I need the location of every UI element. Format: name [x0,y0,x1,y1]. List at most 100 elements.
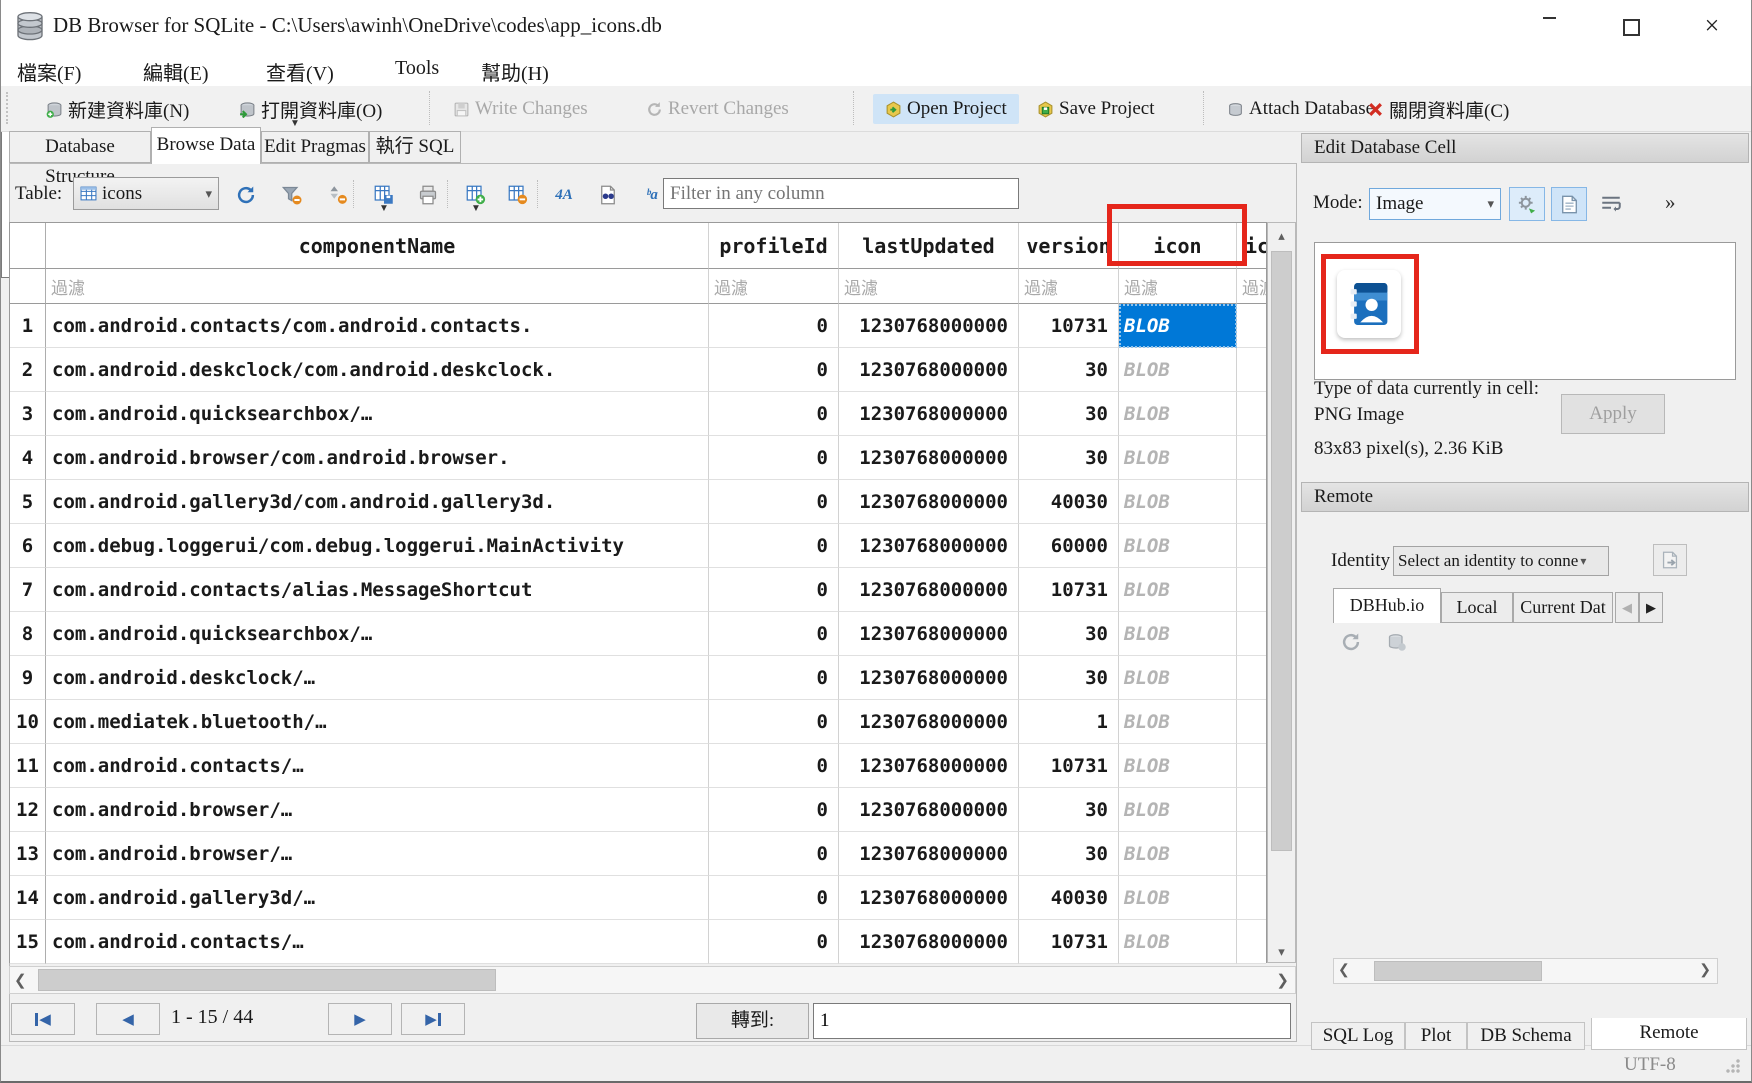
bottom-tab-db-schema[interactable]: DB Schema [1467,1022,1585,1050]
cell-version[interactable]: 10731 [1019,744,1119,788]
cell-profileId[interactable]: 0 [709,568,839,612]
filter-cell[interactable]: 過濾 [46,269,709,304]
cell-profileId[interactable]: 0 [709,656,839,700]
tab-database-structure[interactable]: Database Structure [9,131,151,163]
cell-version[interactable]: 1 [1019,700,1119,744]
cell-version[interactable]: 30 [1019,612,1119,656]
cell-icon-blob[interactable]: BLOB [1119,392,1237,436]
cell-icon-blob[interactable]: BLOB [1119,744,1237,788]
horizontal-scroll-thumb[interactable] [38,969,496,991]
cell-version[interactable]: 30 [1019,436,1119,480]
identity-dropdown[interactable]: Select an identity to conne ▾ [1393,546,1609,576]
delete-record-icon[interactable] [503,182,533,208]
cell-overflow[interactable] [1237,392,1266,436]
tab-browse-data[interactable]: Browse Data [151,127,261,164]
encoding-status[interactable]: UTF-8 [1624,1054,1676,1076]
next-record-button[interactable]: ▶ [328,1003,392,1035]
cell-lastUpdated[interactable]: 1230768000000 [839,524,1019,568]
cell-profileId[interactable]: 0 [709,832,839,876]
cell-lastUpdated[interactable]: 1230768000000 [839,568,1019,612]
cell-componentName[interactable]: com.android.browser/… [46,832,709,876]
clear-sort-icon[interactable] [323,182,353,208]
cell-overflow[interactable] [1237,788,1266,832]
cell-icon-blob[interactable]: BLOB [1119,920,1237,964]
cell-profileId[interactable]: 0 [709,612,839,656]
attach-database-button[interactable]: Attach Database [1227,94,1374,124]
cell-icon-blob[interactable]: BLOB [1119,348,1237,392]
cell-componentName[interactable]: com.android.browser/com.android.browser. [46,436,709,480]
cell-overflow[interactable] [1237,436,1266,480]
goto-record-input[interactable] [813,1003,1291,1039]
cell-version[interactable]: 40030 [1019,480,1119,524]
cell-overflow[interactable] [1237,304,1266,348]
save-table-dropdown-arrow[interactable]: ▼ [379,204,389,214]
cell-icon-blob[interactable]: BLOB [1119,436,1237,480]
open-database-dropdown-arrow[interactable]: ▼ [290,119,300,129]
cell-lastUpdated[interactable]: 1230768000000 [839,392,1019,436]
column-header[interactable]: ic [1237,223,1266,269]
cell-profileId[interactable]: 0 [709,436,839,480]
cell-version[interactable]: 30 [1019,348,1119,392]
resize-grip[interactable] [1725,1058,1741,1074]
print-icon[interactable] [413,182,443,208]
cell-profileId[interactable]: 0 [709,392,839,436]
first-record-button[interactable]: ◀ [11,1003,75,1035]
cell-componentName[interactable]: com.android.quicksearchbox/… [46,612,709,656]
cell-lastUpdated[interactable]: 1230768000000 [839,480,1019,524]
cell-profileId[interactable]: 0 [709,480,839,524]
revert-changes-button[interactable]: Revert Changes [646,94,789,124]
tab-scroll-right-icon[interactable]: ▶ [1639,592,1663,623]
cell-version[interactable]: 30 [1019,788,1119,832]
cell-profileId[interactable]: 0 [709,348,839,392]
cell-componentName[interactable]: com.android.contacts/… [46,920,709,964]
filter-cell[interactable]: 過濾 [1019,269,1119,304]
column-header[interactable]: version [1019,223,1119,269]
menu-tools[interactable]: Tools [389,55,445,82]
cell-icon-blob[interactable]: BLOB [1119,700,1237,744]
remote-horizontal-scrollbar[interactable]: ❮ ❯ [1333,958,1718,984]
cell-lastUpdated[interactable]: 1230768000000 [839,700,1019,744]
filter-cell[interactable]: 過濾 [1237,269,1266,304]
cell-componentName[interactable]: com.debug.loggerui/com.debug.loggerui.Ma… [46,524,709,568]
cell-version[interactable]: 10731 [1019,568,1119,612]
filter-any-column-input[interactable] [663,178,1019,209]
cell-overflow[interactable] [1237,832,1266,876]
cell-profileId[interactable]: 0 [709,700,839,744]
cell-overflow[interactable] [1237,524,1266,568]
cell-lastUpdated[interactable]: 1230768000000 [839,788,1019,832]
bottom-tab-plot[interactable]: Plot [1405,1022,1467,1050]
goto-button[interactable]: 轉到: [696,1003,809,1039]
toolbar-handle[interactable] [6,92,12,124]
cell-overflow[interactable] [1237,480,1266,524]
import-certificate-button[interactable] [1653,544,1687,576]
insert-record-dropdown-arrow[interactable]: ▼ [471,204,481,214]
cell-profileId[interactable]: 0 [709,920,839,964]
maximize-button[interactable] [1608,12,1654,42]
grid-horizontal-scrollbar[interactable]: ❮ ❯ [9,966,1296,994]
cell-version[interactable]: 30 [1019,832,1119,876]
apply-button[interactable]: Apply [1561,394,1665,434]
remote-tab-current-database[interactable]: Current Dat [1513,592,1613,623]
close-button[interactable]: × [1689,12,1735,42]
cell-componentName[interactable]: com.android.contacts/alias.MessageShortc… [46,568,709,612]
remote-clone-database-icon[interactable] [1387,632,1407,657]
cell-version[interactable]: 30 [1019,656,1119,700]
import-data-button[interactable] [1509,187,1545,221]
cell-componentName[interactable]: com.mediatek.bluetooth/… [46,700,709,744]
open-database-button[interactable]: 打開資料庫(O) [239,94,382,124]
remote-tab-local[interactable]: Local [1441,592,1513,623]
cell-componentName[interactable]: com.android.browser/… [46,788,709,832]
table-selector[interactable]: icons ▾ [73,177,219,210]
cell-overflow[interactable] [1237,920,1266,964]
cell-profileId[interactable]: 0 [709,744,839,788]
last-record-button[interactable]: ▶ [401,1003,465,1035]
cell-componentName[interactable]: com.android.contacts/… [46,744,709,788]
cell-overflow[interactable] [1237,568,1266,612]
cell-icon-blob[interactable]: BLOB [1119,656,1237,700]
cell-profileId[interactable]: 0 [709,788,839,832]
cell-componentName[interactable]: com.android.gallery3d/… [46,876,709,920]
cell-componentName[interactable]: com.android.gallery3d/com.android.galler… [46,480,709,524]
scroll-right-icon[interactable]: ❯ [1699,962,1711,979]
cell-lastUpdated[interactable]: 1230768000000 [839,656,1019,700]
cell-overflow[interactable] [1237,876,1266,920]
